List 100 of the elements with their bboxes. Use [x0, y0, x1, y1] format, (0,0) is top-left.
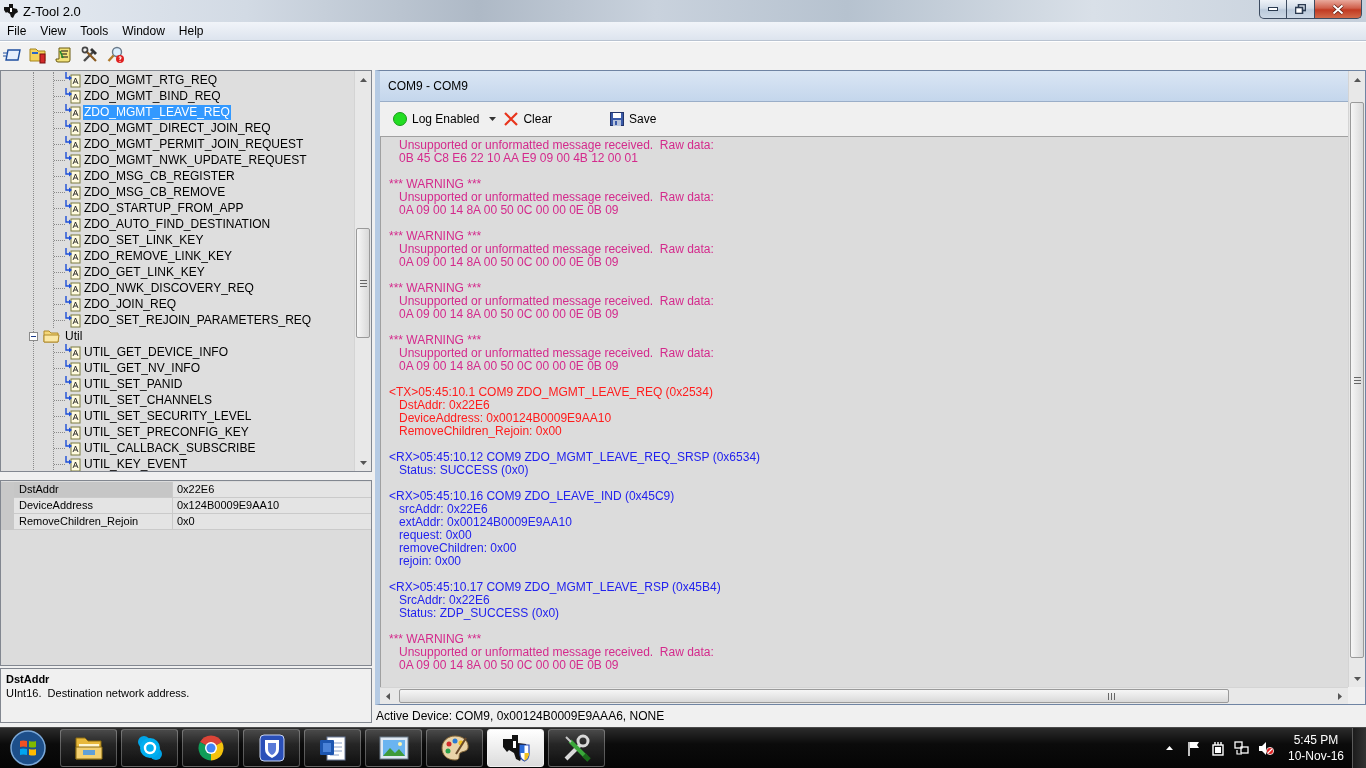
ring-logo-icon	[196, 734, 225, 762]
arrow-document-icon	[65, 456, 81, 471]
arrow-document-icon	[65, 280, 81, 296]
arrow-document-icon	[65, 216, 81, 232]
arrow-document-icon	[65, 440, 81, 456]
property-name-cell[interactable]: DeviceAddress	[14, 498, 173, 514]
show-desktop-button[interactable]	[1352, 728, 1366, 768]
logo-icon	[3, 3, 19, 19]
property-value-cell[interactable]: 0x0	[173, 514, 371, 530]
horizontal-scrollbar[interactable]	[380, 687, 1348, 704]
log-heading: <RX>05:45:10.17 COM9 ZDO_MGMT_LEAVE_RSP (0x45B4)	[389, 581, 722, 594]
tree-item[interactable]: UTIL_SET_CHANNELS	[83, 392, 214, 408]
tree-item[interactable]: ZDO_JOIN_REQ	[83, 296, 177, 312]
folder-icon	[73, 734, 104, 762]
tree-item[interactable]: UTIL_CALLBACK_SUBSCRIBE	[83, 440, 257, 456]
property-name-cell[interactable]: DstAddr	[14, 482, 173, 498]
arrow-document-icon	[65, 88, 81, 104]
tree-item[interactable]: UTIL_SET_SECURITY_LEVEL	[83, 408, 253, 424]
folder-icon	[43, 329, 60, 343]
vertical-scrollbar[interactable]	[354, 71, 371, 471]
menu-item[interactable]: File	[0, 22, 34, 40]
tree-item[interactable]: UTIL_GET_DEVICE_INFO	[83, 344, 230, 360]
description-title: DstAddr	[6, 672, 51, 686]
property-name-cell[interactable]: RemoveChildren_Rejoin	[14, 514, 173, 530]
arrow-document-icon	[65, 168, 81, 184]
window-title: Z-Tool 2.0	[23, 3, 81, 19]
arrow-document-icon	[65, 360, 81, 376]
log-line: srcAddr: 0x22E6	[399, 503, 489, 516]
tree-item[interactable]: ZDO_MGMT_PERMIT_JOIN_REQUEST	[83, 136, 305, 152]
caret-down-icon	[1353, 676, 1361, 681]
property-value-cell[interactable]: 0x22E6	[173, 482, 371, 498]
arrow-document-icon	[65, 136, 81, 152]
arrow-document-icon	[65, 296, 81, 312]
device-icon	[1211, 740, 1224, 756]
tree-item[interactable]: ZDO_MSG_CB_REMOVE	[83, 184, 227, 200]
vertical-scrollbar[interactable]	[1348, 71, 1365, 687]
tree-item[interactable]: ZDO_MGMT_RTG_REQ	[83, 72, 219, 88]
log-heading: *** WARNING ***	[389, 230, 483, 243]
log-enabled-button[interactable]: Log Enabled	[390, 108, 483, 130]
folder-icon	[29, 46, 47, 64]
arrow-document-icon	[65, 424, 81, 440]
scrollbar-thumb[interactable]	[399, 689, 1229, 703]
scroll-icon	[55, 46, 73, 64]
tree-item[interactable]: ZDO_REMOVE_LINK_KEY	[83, 248, 234, 264]
tree-item[interactable]: ZDO_MGMT_NWK_UPDATE_REQUEST	[83, 152, 308, 168]
arrow-document-icon	[65, 392, 81, 408]
arrow-document-icon	[65, 200, 81, 216]
document-icon	[318, 734, 347, 762]
toolbar-button[interactable]	[28, 45, 48, 65]
tree-item[interactable]: ZDO_NWK_DISCOVERY_REQ	[83, 280, 255, 296]
caret-left-icon	[386, 693, 390, 700]
tree-item[interactable]: ZDO_MSG_CB_REGISTER	[83, 168, 236, 184]
log-line: Status: ZDP_SUCCESS (0x0)	[399, 607, 561, 620]
tree-item[interactable]: UTIL_GET_NV_INFO	[83, 360, 202, 376]
picture-icon	[378, 735, 409, 761]
caret-down-icon	[489, 117, 497, 121]
scrollbar-thumb[interactable]	[356, 228, 370, 338]
caret-up-icon	[1166, 746, 1174, 750]
restore-button[interactable]	[1287, 0, 1315, 19]
clear-button[interactable]: Clear	[501, 108, 556, 130]
arrow-document-icon	[65, 184, 81, 200]
minimize-icon	[1268, 7, 1278, 11]
tree-item[interactable]: UTIL_SET_PRECONFIG_KEY	[83, 424, 250, 440]
tree-item[interactable]: ZDO_SET_LINK_KEY	[83, 232, 205, 248]
taskbar-button[interactable]	[487, 729, 544, 767]
caret-down-icon	[359, 460, 367, 465]
menu-item[interactable]: View	[33, 22, 74, 40]
menu-item[interactable]: Help	[171, 22, 211, 40]
tree-item[interactable]: Util	[64, 328, 84, 344]
clock[interactable]: 5:45 PM 10-Nov-16	[1287, 732, 1344, 764]
log-line: removeChildren: 0x00	[399, 542, 518, 555]
badge-logo-icon	[258, 734, 285, 762]
tree-item[interactable]: UTIL_KEY_EVENT	[83, 456, 189, 471]
tree-item[interactable]: ZDO_MGMT_BIND_REQ	[83, 88, 222, 104]
menu-item[interactable]: Tools	[73, 22, 116, 40]
log-heading: *** WARNING ***	[389, 334, 483, 347]
restore-icon	[1295, 4, 1306, 14]
log-line: Unsupported or unformatted message received. Raw data:	[399, 646, 715, 659]
tree-item[interactable]: ZDO_AUTO_FIND_DESTINATION	[83, 216, 272, 232]
x-icon	[504, 112, 519, 126]
log-line: extAddr: 0x00124B0009E9AA10	[399, 516, 573, 529]
scrollbar-thumb[interactable]	[1350, 102, 1364, 658]
save-button[interactable]: Save	[607, 108, 660, 130]
menu-item[interactable]: Window	[115, 22, 172, 40]
tree-item[interactable]: ZDO_GET_LINK_KEY	[83, 264, 206, 280]
emblem-logo-icon	[500, 733, 531, 763]
round-logo-icon	[135, 734, 164, 762]
tray-button[interactable]	[1233, 738, 1250, 758]
minus-box-icon[interactable]	[29, 331, 38, 341]
tree-item[interactable]: UTIL_SET_PANID	[83, 376, 184, 392]
card-icon	[3, 48, 21, 62]
arrow-document-icon	[65, 72, 81, 88]
property-value-cell[interactable]: 0x124B0009E9AA10	[173, 498, 371, 514]
tree-item[interactable]: ZDO_MGMT_DIRECT_JOIN_REQ	[83, 120, 272, 136]
log-line: Unsupported or unformatted message received. Raw data:	[399, 191, 715, 204]
log-line: RemoveChildren_Rejoin: 0x00	[399, 425, 563, 438]
minimize-button[interactable]	[1259, 0, 1287, 19]
tree-item[interactable]: ZDO_STARTUP_FROM_APP	[83, 200, 245, 216]
close-button[interactable]	[1315, 0, 1362, 19]
tree-item[interactable]: ZDO_SET_REJOIN_PARAMETERS_REQ	[83, 312, 313, 328]
